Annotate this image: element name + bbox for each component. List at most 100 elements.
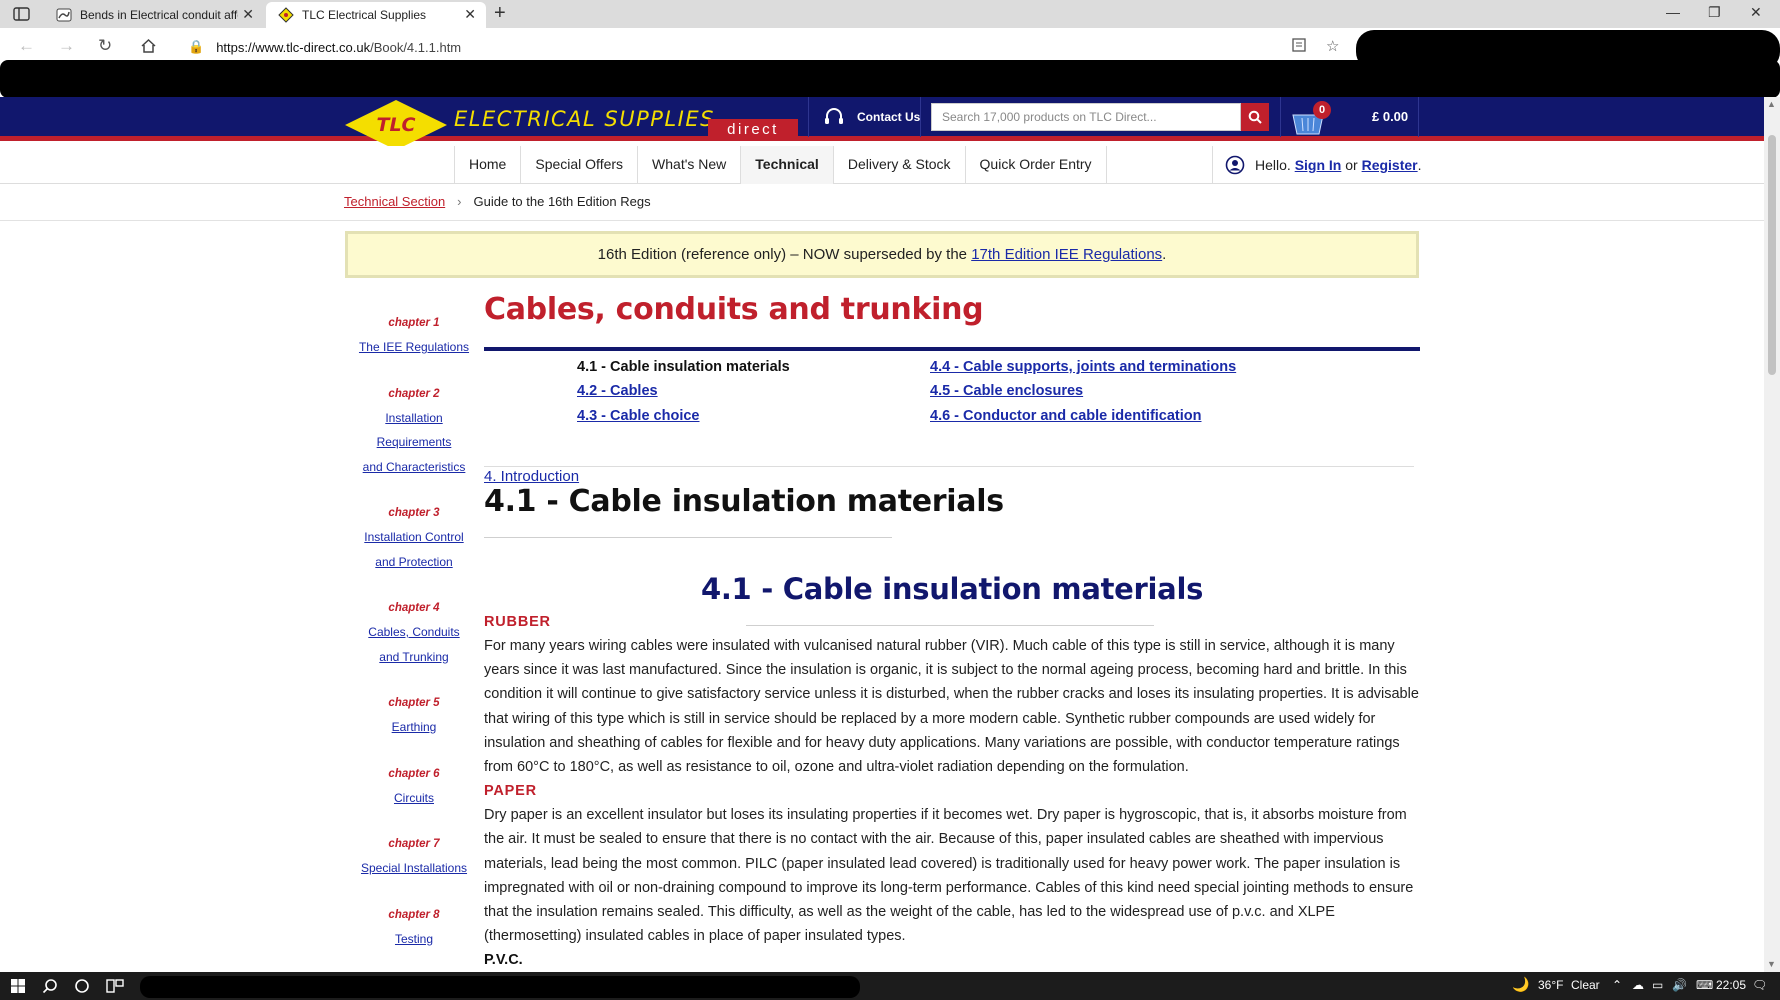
forward-icon[interactable]: → [58,36,75,56]
url-field[interactable]: 🔒 https://www.tlc-direct.co.uk /Book/4.1… [188,36,1288,58]
chapter-link[interactable]: Cables, Conduits [340,620,488,645]
toc-link[interactable]: 4.6 - Conductor and cable identification [930,404,1236,428]
lock-icon: 🔒 [188,39,205,54]
nav-list: Home Special Offers What's New Technical… [454,146,1107,184]
introduction-link[interactable]: 4. Introduction [484,468,579,485]
title-rule [484,347,1420,351]
section-heading: 4.1 - Cable insulation materials [484,484,1004,519]
paragraph-paper: Dry paper is an excellent insulator but … [484,807,1414,945]
chapter-item: chapter 1 The IEE Regulations [340,311,488,360]
user-icon [1225,155,1245,175]
scrollbar-thumb[interactable] [1768,135,1776,375]
url-host: https://www.tlc-direct.co.uk [216,39,371,55]
back-icon[interactable]: ← [18,36,35,56]
language-icon[interactable]: ⌨ [1696,978,1713,992]
section-title-pvc: P.V.C. [484,952,523,969]
contact-us-link[interactable]: Contact Us [808,97,920,137]
chapter-item: chapter 8 Testing [340,903,488,952]
sign-in-link[interactable]: Sign In [1295,157,1342,173]
chapter-item: chapter 3 Installation Control and Prote… [340,501,488,574]
search-button[interactable] [1241,103,1269,131]
17th-edition-link[interactable]: 17th Edition IEE Regulations [971,246,1162,263]
notifications-icon[interactable]: 🗨 [1752,978,1767,992]
windows-start-icon[interactable] [10,978,26,994]
toc-column-left: 4.1 - Cable insulation materials 4.2 - C… [577,355,790,428]
page-scrollbar[interactable]: ▲ ▼ [1764,97,1780,972]
restore-icon[interactable]: ❐ [1708,4,1721,21]
nav-item-quick-order[interactable]: Quick Order Entry [966,146,1107,184]
chapter-link[interactable]: Circuits [340,786,488,811]
chapter-link[interactable]: Earthing [340,715,488,740]
heading-rule [484,537,892,538]
header-divider [1418,97,1419,137]
tlc-diamond-logo-icon: TLC [345,100,447,150]
cart-count-badge: 0 [1313,101,1331,119]
nav-item-home[interactable]: Home [455,146,522,184]
chapter-link[interactable]: and Characteristics [340,455,488,480]
scroll-down-icon[interactable]: ▼ [1767,959,1776,969]
cortana-icon[interactable] [74,978,90,994]
taskbar-search-icon[interactable] [42,978,58,994]
nav-item-technical[interactable]: Technical [741,146,834,184]
chapter-sidebar: chapter 1 The IEE Regulations chapter 2 … [340,311,488,973]
weather-condition[interactable]: Clear [1571,978,1600,992]
toc-link[interactable]: 4.2 - Cables [577,379,790,403]
chapter-link[interactable]: Installation Control [340,525,488,550]
chapter-link[interactable]: The IEE Regulations [340,335,488,360]
scroll-up-icon[interactable]: ▲ [1767,99,1776,109]
nav-item-special-offers[interactable]: Special Offers [521,146,639,184]
chapter-label: chapter 8 [388,908,440,921]
headset-icon [825,108,843,124]
toc-link[interactable]: 4.4 - Cable supports, joints and termina… [930,355,1236,379]
tray-chevron-icon[interactable]: ⌃ [1612,978,1622,992]
chapter-link[interactable]: and Trunking [340,645,488,670]
redaction-mark [140,976,860,998]
nav-item-delivery-stock[interactable]: Delivery & Stock [834,146,966,184]
product-search-input[interactable]: Search 17,000 products on TLC Direct... [931,103,1241,131]
home-icon[interactable] [140,38,157,54]
weather-moon-icon[interactable]: 🌙 [1512,976,1529,993]
chapter-link[interactable]: Installation [340,406,488,431]
register-link[interactable]: Register [1362,157,1418,173]
search-icon [1248,110,1262,124]
volume-icon[interactable]: 🔊 [1672,978,1687,992]
chapter-link[interactable]: Requirements [340,430,488,455]
tlc-logo[interactable]: TLC ELECTRICAL SUPPLIES direct [344,99,799,150]
chapter-link[interactable]: Special Installations [340,856,488,881]
svg-text:TLC: TLC [376,114,415,136]
reader-view-icon[interactable] [1292,37,1308,53]
close-tab-icon[interactable]: ✕ [242,6,254,23]
task-view-icon[interactable] [106,978,124,994]
account-area: Hello. Sign In or Register . [1212,146,1422,184]
network-icon[interactable]: ▭ [1652,978,1663,992]
main-content: Cables, conduits and trunking 4.1 - Cabl… [484,292,1420,968]
nav-item-whats-new[interactable]: What's New [638,146,742,184]
toc-link[interactable]: 4.5 - Cable enclosures [930,379,1236,403]
breadcrumb-divider [0,220,1780,221]
browser-tab-bends[interactable]: Bends in Electrical conduit affect ✕ [44,2,264,28]
cart-button[interactable]: 0 [1290,101,1331,135]
breadcrumb-technical-section[interactable]: Technical Section [344,194,445,209]
chapter-label: chapter 6 [388,767,440,780]
browser-tab-tlc[interactable]: TLC Electrical Supplies ✕ [266,2,486,28]
window-close-icon[interactable]: ✕ [1750,4,1762,21]
favorites-icon[interactable]: ☆ [1326,37,1339,55]
toc-item-current: 4.1 - Cable insulation materials [577,359,790,375]
new-tab-button[interactable]: + [494,2,506,25]
onedrive-icon[interactable]: ☁ [1632,978,1644,992]
close-tab-icon[interactable]: ✕ [464,6,476,23]
toc-column-right: 4.4 - Cable supports, joints and termina… [930,355,1236,428]
chapter-label: chapter 3 [388,507,440,519]
toc-link[interactable]: 4.3 - Cable choice [577,404,790,428]
chapter-link[interactable]: and Protection [340,550,488,575]
weather-temperature[interactable]: 36°F [1538,978,1563,992]
clock[interactable]: 22:05 [1716,978,1746,992]
chapter-label: chapter 2 [388,387,440,400]
tab-actions-icon[interactable] [12,6,32,22]
minimize-icon[interactable]: — [1666,4,1680,20]
contact-us-label: Contact Us [857,110,921,124]
header-divider [1280,97,1281,137]
chapter-item: chapter 5 Earthing [340,691,488,740]
chapter-link[interactable]: Testing [340,927,488,952]
refresh-icon[interactable]: ↻ [98,36,112,56]
